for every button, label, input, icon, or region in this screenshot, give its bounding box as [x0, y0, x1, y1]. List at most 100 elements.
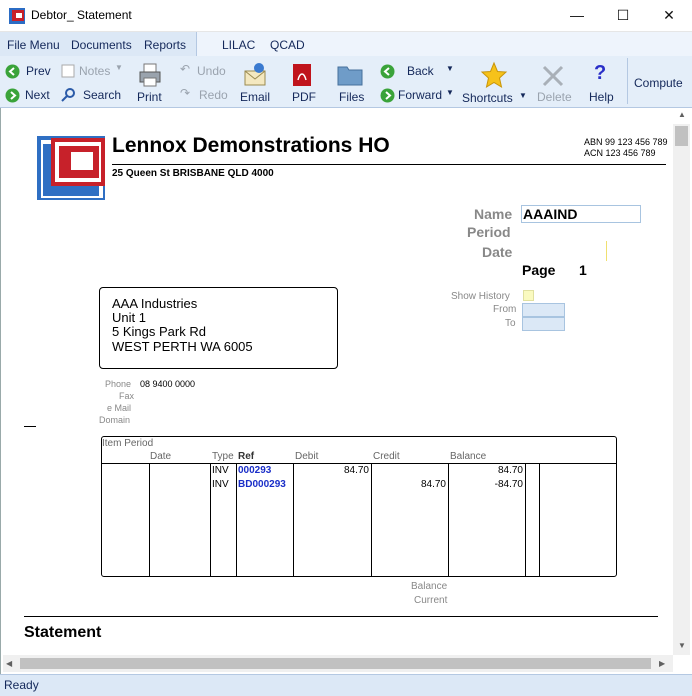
col-date: Date: [150, 451, 172, 462]
from-label: From: [493, 304, 517, 315]
back-dropdown-icon[interactable]: ▼: [446, 64, 454, 73]
close-button[interactable]: ✕: [646, 0, 692, 31]
email-icon: [244, 63, 266, 86]
col-type: Type: [212, 451, 234, 462]
transactions-grid: Item Period Date Type Ref Debit Credit B…: [101, 436, 617, 577]
maximize-button[interactable]: ☐: [600, 0, 646, 31]
fax-label: Fax: [119, 391, 135, 401]
email-label: e Mail: [107, 403, 132, 413]
col-ref: Ref: [238, 451, 255, 462]
menu-file[interactable]: File Menu: [7, 38, 60, 52]
scroll-up-icon[interactable]: ▲: [678, 110, 686, 119]
next-arrow-icon: [5, 88, 20, 103]
next-button[interactable]: Next: [25, 88, 50, 102]
current-label: Current: [414, 595, 448, 606]
phone-label: Phone: [105, 379, 132, 389]
grid-col-divider: [539, 463, 540, 576]
help-button[interactable]: Help: [589, 90, 614, 104]
minimize-button[interactable]: —: [554, 0, 600, 31]
notes-dropdown-icon[interactable]: ▼: [115, 63, 123, 72]
name-label: Name: [474, 206, 513, 222]
toolbar-separator: [627, 58, 628, 104]
row1-ref[interactable]: 000293: [238, 465, 271, 476]
from-date-field[interactable]: [522, 303, 565, 317]
domain-label: Domain: [99, 415, 131, 425]
notes-button[interactable]: Notes: [79, 64, 110, 78]
customer-address-line2: Unit 1: [112, 310, 146, 325]
window-title: Debtor_ Statement: [31, 8, 132, 22]
menu-documents[interactable]: Documents: [71, 38, 132, 52]
delete-button[interactable]: Delete: [537, 90, 572, 104]
statement-rule: [24, 616, 658, 617]
shortcuts-dropdown-icon[interactable]: ▼: [519, 91, 527, 100]
statement-heading: Statement: [24, 624, 102, 641]
files-icon: [337, 66, 363, 86]
phone-value: 08 9400 0000: [140, 379, 196, 389]
horizontal-scroll-thumb[interactable]: [20, 658, 651, 669]
status-bar: Ready: [0, 674, 692, 696]
company-name: Lennox Demonstrations HO: [112, 134, 390, 157]
prev-button[interactable]: Prev: [26, 64, 51, 78]
company-address: 25 Queen St BRISBANE QLD 4000: [112, 168, 274, 179]
prev-arrow-icon: [5, 64, 20, 79]
grid-col-divider: [525, 463, 526, 576]
vertical-scroll-thumb[interactable]: [675, 126, 688, 146]
print-button[interactable]: Print: [137, 90, 162, 104]
ribbon-tab-strip: LILAC QCAD: [196, 32, 692, 56]
scroll-down-icon[interactable]: ▼: [678, 641, 686, 650]
menu-qcad[interactable]: QCAD: [270, 38, 305, 52]
grid-col-divider: [149, 463, 150, 576]
balance-label: Balance: [411, 581, 448, 592]
compute-button[interactable]: Compute: [634, 76, 683, 90]
customer-address-box: AAA Industries Unit 1 5 Kings Park Rd WE…: [99, 287, 338, 369]
company-acn: ACN 123 456 789: [584, 148, 656, 158]
horizontal-scrollbar[interactable]: [3, 655, 673, 672]
customer-name: AAA Industries: [112, 296, 198, 311]
show-history-checkbox[interactable]: [523, 290, 534, 301]
app-icon: [9, 8, 25, 24]
row2-ref[interactable]: BD000293: [238, 479, 286, 490]
customer-address-line3: 5 Kings Park Rd: [112, 324, 206, 339]
customer-address-line4: WEST PERTH WA 6005: [112, 339, 253, 354]
date-field[interactable]: [606, 241, 607, 261]
row2-credit: 84.70: [420, 479, 446, 490]
print-icon: [139, 63, 161, 87]
date-label: Date: [482, 244, 513, 260]
notes-icon: [61, 64, 75, 78]
row2-type: INV: [212, 479, 229, 490]
scroll-right-icon[interactable]: ▶: [659, 659, 665, 668]
vertical-scrollbar[interactable]: [673, 124, 690, 655]
forward-button[interactable]: Forward: [398, 88, 442, 102]
back-icon: [380, 64, 395, 79]
shortcuts-button[interactable]: Shortcuts: [462, 91, 513, 105]
row1-debit: 84.70: [343, 465, 369, 476]
back-button[interactable]: Back: [407, 64, 434, 78]
name-value: AAAIND: [523, 206, 578, 222]
pdf-button[interactable]: PDF: [292, 90, 316, 104]
col-balance: Balance: [450, 451, 487, 462]
search-button[interactable]: Search: [83, 88, 121, 102]
col-credit: Credit: [373, 451, 400, 462]
email-button[interactable]: Email: [240, 90, 270, 104]
undo-button[interactable]: Undo: [197, 64, 226, 78]
grid-col-divider: [293, 463, 294, 576]
grid-col-divider: [210, 463, 211, 576]
col-item-period: Item Period: [102, 438, 154, 449]
row1-balance: 84.70: [497, 465, 523, 476]
to-label: To: [505, 318, 516, 329]
to-date-field[interactable]: [522, 317, 565, 331]
forward-icon: [380, 88, 395, 103]
col-debit: Debit: [295, 451, 319, 462]
menu-lilac[interactable]: LILAC: [222, 38, 255, 52]
files-button[interactable]: Files: [339, 90, 364, 104]
page-number: 1: [579, 262, 587, 278]
header-rule: [112, 164, 666, 165]
pdf-icon: [293, 64, 311, 86]
menu-reports[interactable]: Reports: [144, 38, 186, 52]
forward-dropdown-icon[interactable]: ▼: [446, 88, 454, 97]
scroll-left-icon[interactable]: ◀: [6, 659, 12, 668]
redo-button[interactable]: Redo: [199, 88, 228, 102]
redo-icon: ↷: [180, 86, 191, 100]
name-field[interactable]: AAAIND: [521, 205, 641, 223]
company-abn: ABN 99 123 456 789: [584, 137, 668, 147]
